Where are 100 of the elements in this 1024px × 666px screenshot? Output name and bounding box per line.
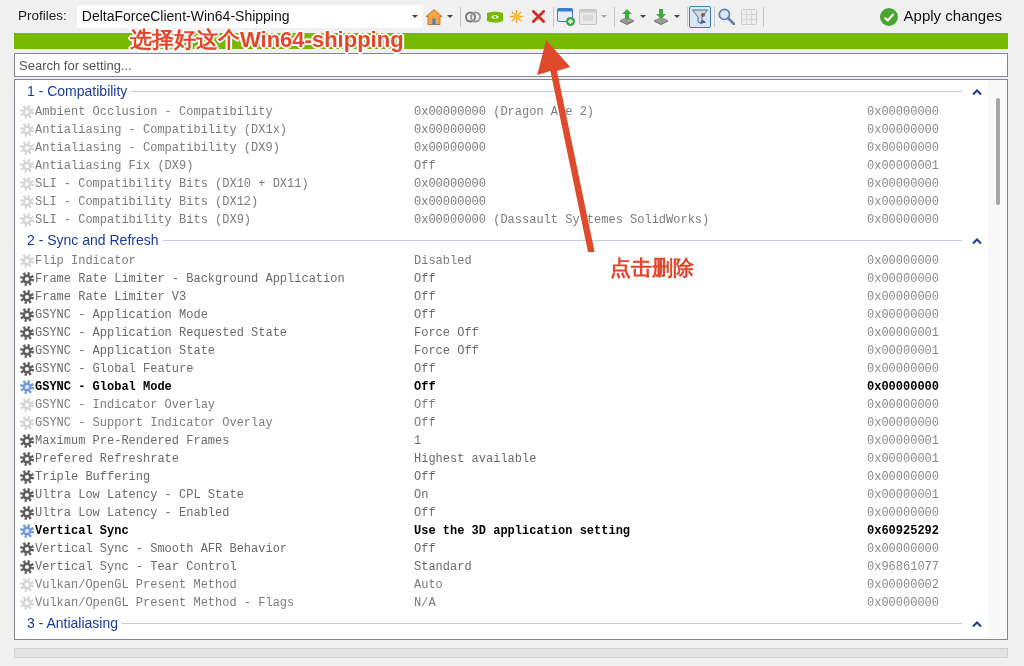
setting-name: Antialiasing - Compatibility (DX1x) — [35, 122, 288, 139]
setting-name: GSYNC - Global Mode — [35, 379, 172, 396]
setting-value: 0x00000000 (Dassault Sy temes SolidWorks) — [414, 212, 710, 229]
setting-name: GSYNC - Application Mode — [35, 307, 208, 324]
search-button[interactable] — [715, 5, 738, 28]
setting-hex: 0x00000001 — [867, 451, 939, 468]
annotation-text: 点击删除 — [610, 255, 694, 281]
gear-icon — [20, 213, 34, 227]
setting-name: Vertical Sync — [35, 523, 129, 540]
setting-value: Off — [414, 469, 436, 486]
setting-name: Vertical Sync - Tear Control — [35, 559, 237, 576]
rings-icon — [464, 10, 481, 23]
gear-icon — [20, 159, 34, 173]
setting-value: Off — [414, 361, 436, 378]
setting-value: Use the 3D application setting — [414, 523, 631, 540]
check-icon — [879, 7, 898, 26]
filter-button[interactable] — [688, 5, 711, 28]
setting-value: Off — [414, 379, 436, 396]
setting-hex: 0x00000000 — [867, 122, 939, 139]
add-app-button[interactable] — [554, 5, 577, 28]
setting-hex: 0x00000000 — [867, 104, 939, 121]
search-icon — [718, 8, 736, 25]
setting-value: Force Off — [414, 325, 479, 342]
gear-icon — [20, 398, 34, 412]
setting-value: Disabled — [414, 253, 472, 270]
setting-value: On — [414, 487, 429, 504]
setting-value: Off — [414, 541, 436, 558]
setting-name: Ambient Occlusion - Compatibility — [35, 104, 273, 121]
window-icon — [578, 8, 597, 25]
profile-dropdown[interactable]: DeltaForceClient-Win64-Shipping — [76, 5, 423, 28]
setting-value: 0x00000000 — [414, 176, 486, 193]
setting-hex: 0x00000002 — [867, 577, 939, 594]
gear-icon — [20, 308, 34, 322]
setting-hex: 0x00000000 — [867, 595, 939, 612]
gear-icon — [20, 272, 34, 286]
gear-icon — [20, 434, 34, 448]
setting-hex: 0x00000000 — [867, 379, 939, 396]
setting-name: Maximum Pre-Rendered Frames — [35, 433, 230, 450]
setting-hex: 0x00000000 — [867, 541, 939, 558]
setting-value: 0x00000000 — [414, 140, 486, 157]
setting-hex: 0x00000000 — [867, 140, 939, 157]
gear-icon — [20, 470, 34, 484]
gear-icon — [20, 362, 34, 376]
group-title: 2 - Sync and Refresh — [27, 231, 159, 250]
setting-name: GSYNC - Indicator Overlay — [35, 397, 216, 414]
setting-hex: 0x00000001 — [867, 433, 939, 450]
funnel-icon — [691, 8, 708, 25]
setting-value: 1 — [414, 433, 422, 450]
setting-hex: 0x60925292 — [867, 523, 939, 540]
setting-value: Off — [414, 307, 436, 324]
chevron-up-icon — [972, 88, 982, 95]
gear-icon — [20, 290, 34, 304]
setting-hex: 0x00000000 — [867, 361, 939, 378]
setting-hex: 0x00000001 — [867, 487, 939, 504]
setting-hex: 0x00000001 — [867, 158, 939, 175]
gear-icon — [20, 506, 34, 520]
gear-icon — [20, 123, 34, 137]
gear-icon — [20, 560, 34, 574]
setting-name: Ultra Low Latency - CPL State — [35, 487, 244, 504]
setting-name: SLI - Compatibility Bits (DX10 + DX11) — [35, 176, 309, 193]
setting-value: Off — [414, 158, 436, 175]
setting-hex: 0x00000000 — [867, 253, 939, 270]
search-field[interactable]: Search for setting... — [14, 53, 1008, 77]
setting-hex: 0x96861077 — [867, 559, 939, 576]
gear-icon — [20, 177, 34, 191]
gear-icon — [20, 542, 34, 556]
setting-value: Off — [414, 397, 436, 414]
gear-icon — [20, 105, 34, 119]
gear-icon — [20, 344, 34, 358]
setting-name: SLI - Compatibility Bits (DX9) — [35, 212, 252, 229]
setting-hex: 0x00000000 — [867, 505, 939, 522]
sun-icon — [510, 10, 524, 23]
setting-hex: 0x00000001 — [867, 343, 939, 360]
setting-name: GSYNC - Application Requested State — [35, 325, 288, 342]
gear-icon — [20, 452, 34, 466]
setting-value: 0x00000000 (Dragon A e 2) — [414, 104, 595, 121]
caret-icon — [600, 15, 607, 18]
scrollbar-thumb[interactable] — [996, 98, 1000, 205]
setting-value: Highest available — [414, 451, 537, 468]
caret-icon — [411, 15, 418, 18]
setting-name: Triple Buffering — [35, 469, 151, 486]
setting-value: Off — [414, 289, 436, 306]
setting-name: Flip Indicator — [35, 253, 136, 270]
gear-icon — [20, 326, 34, 340]
cross-icon — [532, 10, 546, 23]
setting-hex: 0x00000001 — [867, 325, 939, 342]
setting-hex: 0x00000000 — [867, 307, 939, 324]
setting-name: GSYNC - Support Indicator Overlay — [35, 415, 273, 432]
setting-value: 0x00000000 — [414, 194, 486, 211]
gear-icon — [20, 578, 34, 592]
setting-hex: 0x00000000 — [867, 289, 939, 306]
apply-changes-button[interactable]: Apply changes — [877, 3, 1004, 30]
chevron-up-icon — [972, 237, 982, 244]
gear-icon — [20, 524, 34, 538]
gear-icon — [20, 195, 34, 209]
setting-value: Standard — [414, 559, 472, 576]
caret-icon — [446, 15, 453, 18]
setting-name: SLI - Compatibility Bits (DX12) — [35, 194, 259, 211]
setting-hex: 0x00000000 — [867, 194, 939, 211]
gear-icon — [20, 416, 34, 430]
